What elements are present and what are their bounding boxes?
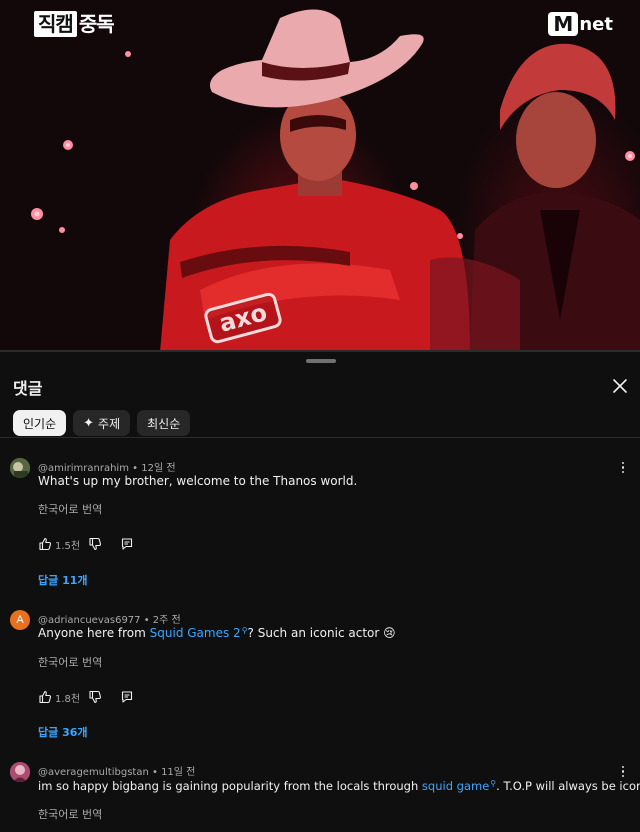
topic-link[interactable]: Squid Games 2 <box>150 626 241 640</box>
view-replies-button[interactable]: 답글 11개 <box>38 572 88 588</box>
comment-meta: @averagemultibgstan • 11일 전 <box>38 767 196 778</box>
comment-text-after: . T.O.P will always be iconic. <box>496 779 640 793</box>
sheet-drag-handle[interactable] <box>306 359 336 363</box>
avatar[interactable] <box>10 458 30 478</box>
comment-text-before: im so happy bigbang is gaining popularit… <box>38 779 422 793</box>
comment-text: Anyone here from Squid Games 2⚲? Such an… <box>38 626 396 640</box>
more-options-icon[interactable] <box>620 462 626 476</box>
chip-newest[interactable]: 최신순 <box>137 410 191 436</box>
close-icon[interactable] <box>609 375 631 397</box>
like-count: 1.5천 <box>55 540 81 552</box>
face-right <box>516 92 596 188</box>
channel-watermark-plain: 중독 <box>78 12 115 36</box>
chip-top[interactable]: 인기순 <box>13 410 67 436</box>
cowboy-hat <box>209 9 424 108</box>
channel-watermark: 직캠 중독 <box>34 11 115 37</box>
like-icon[interactable] <box>38 690 52 704</box>
avatar[interactable] <box>10 762 30 782</box>
avatar-image <box>10 458 30 478</box>
comment-meta: @amirimranrahim • 12일 전 <box>38 463 176 474</box>
network-logo: M net <box>548 12 613 36</box>
topic-link[interactable]: squid game <box>422 779 489 793</box>
dislike-icon[interactable] <box>88 690 102 704</box>
translate-link[interactable]: 한국어로 번역 <box>38 806 102 822</box>
comment-actions: 1.8천 <box>38 689 134 705</box>
comments-title: 댓글 <box>13 381 43 398</box>
comment-actions: 1.5천 <box>38 536 134 552</box>
channel-watermark-boxed: 직캠 <box>34 11 77 37</box>
comment-time: 12일 전 <box>141 463 176 474</box>
chip-topics-label: 주제 <box>98 416 121 431</box>
sparkle <box>59 227 65 233</box>
comment-text-before: Anyone here from <box>38 626 150 640</box>
sparkle-icon: ✦ <box>83 415 95 431</box>
video-frame <box>0 9 640 352</box>
sparkle <box>457 233 463 239</box>
comment-text: What's up my brother, welcome to the Tha… <box>38 474 358 488</box>
comment-time: 2주 전 <box>152 615 181 626</box>
network-logo-text: net <box>579 13 613 35</box>
chip-topics[interactable]: ✦ 주제 <box>73 410 131 436</box>
comment-time: 11일 전 <box>161 767 196 778</box>
translate-link[interactable]: 한국어로 번역 <box>38 501 102 517</box>
comment-meta: @adriancuevas6977 • 2주 전 <box>38 615 181 626</box>
divider <box>0 437 640 438</box>
chip-top-label: 인기순 <box>23 416 57 431</box>
reply-icon[interactable] <box>120 690 134 704</box>
sparkle <box>410 182 418 190</box>
view-replies-button[interactable]: 답글 36개 <box>38 724 88 740</box>
video-player[interactable]: axo 직캠 중독 M net <box>0 0 640 352</box>
more-options-icon[interactable] <box>620 766 626 780</box>
avatar[interactable]: A <box>10 610 30 630</box>
avatar-image <box>10 762 30 782</box>
comment-text-after: ? Such an iconic actor 😢 <box>247 626 396 640</box>
dislike-icon[interactable] <box>88 537 102 551</box>
reply-icon[interactable] <box>120 537 134 551</box>
like-icon[interactable] <box>38 537 52 551</box>
comment-text: im so happy bigbang is gaining popularit… <box>38 779 640 793</box>
translate-link[interactable]: 한국어로 번역 <box>38 654 102 670</box>
sparkle <box>125 51 131 57</box>
comment-author[interactable]: @amirimranrahim <box>38 463 129 474</box>
comment-author[interactable]: @adriancuevas6977 <box>38 615 141 626</box>
network-logo-m: M <box>548 12 579 36</box>
comment-author[interactable]: @averagemultibgstan <box>38 767 149 778</box>
like-count: 1.8천 <box>55 693 81 705</box>
sort-chips: 인기순 ✦ 주제 최신순 <box>13 410 191 436</box>
chip-newest-label: 최신순 <box>147 416 181 431</box>
